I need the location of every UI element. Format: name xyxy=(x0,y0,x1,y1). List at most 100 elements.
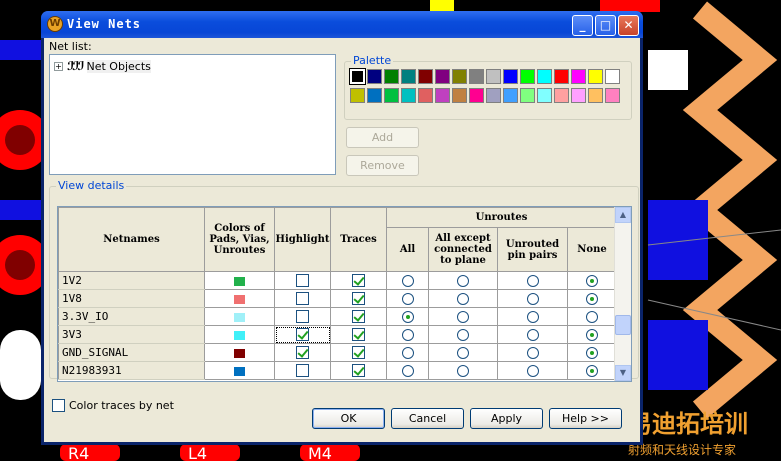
unroute-all-radio[interactable] xyxy=(401,365,414,377)
unroute-all_except-radio[interactable] xyxy=(457,365,469,377)
col-highlight[interactable]: Highlight xyxy=(274,207,331,272)
netname-cell[interactable]: 3V3 xyxy=(58,325,205,344)
palette-swatch[interactable] xyxy=(554,88,569,103)
unroute-all-radio[interactable] xyxy=(401,293,414,305)
table-row[interactable]: GND_SIGNAL xyxy=(58,343,617,362)
palette-swatch[interactable] xyxy=(452,88,467,103)
table-row[interactable]: 1V8 xyxy=(58,289,617,308)
traces-checkbox[interactable] xyxy=(352,328,365,342)
table-row[interactable]: 1V2 xyxy=(58,271,617,290)
palette-swatch[interactable] xyxy=(350,88,365,103)
unroute-all-radio[interactable] xyxy=(401,275,414,287)
net-list-tree[interactable]: + ℐℐℐ Net Objects xyxy=(49,54,336,175)
palette-swatch[interactable] xyxy=(401,88,416,103)
unroute-none-radio[interactable] xyxy=(586,293,598,305)
palette-swatch[interactable] xyxy=(486,88,501,103)
palette-swatch[interactable] xyxy=(520,88,535,103)
traces-checkbox[interactable] xyxy=(352,364,365,378)
color-cell[interactable] xyxy=(204,361,275,380)
palette-swatch[interactable] xyxy=(469,69,484,84)
palette-swatch[interactable] xyxy=(605,88,620,103)
palette-swatch[interactable] xyxy=(435,88,450,103)
palette-swatch[interactable] xyxy=(503,88,518,103)
netname-cell[interactable]: N21983931 xyxy=(58,361,205,380)
highlight-checkbox[interactable] xyxy=(296,346,309,360)
palette-swatch[interactable] xyxy=(418,69,433,84)
expand-icon[interactable]: + xyxy=(54,61,63,71)
netname-cell[interactable]: 1V8 xyxy=(58,289,205,308)
traces-checkbox[interactable] xyxy=(352,310,365,324)
col-unroutes[interactable]: Unroutes xyxy=(386,207,617,228)
unroute-none-radio[interactable] xyxy=(586,347,598,359)
nets-grid[interactable]: Netnames Colors of Pads, Vias, Unroutes … xyxy=(57,206,632,382)
unroute-all_except-radio[interactable] xyxy=(457,293,469,305)
col-colors[interactable]: Colors of Pads, Vias, Unroutes xyxy=(204,207,275,272)
add-button[interactable]: Add xyxy=(346,127,419,148)
netname-cell[interactable]: GND_SIGNAL xyxy=(58,343,205,362)
palette-swatch[interactable] xyxy=(435,69,450,84)
col-all-except[interactable]: All except connected to plane xyxy=(428,227,498,272)
palette-swatch[interactable] xyxy=(537,88,552,103)
col-traces[interactable]: Traces xyxy=(330,207,387,272)
col-none[interactable]: None xyxy=(567,227,617,272)
highlight-checkbox[interactable] xyxy=(296,364,309,378)
net-objects-node[interactable]: + ℐℐℐ Net Objects xyxy=(54,59,151,73)
unroute-pin_pairs-radio[interactable] xyxy=(526,365,539,377)
palette-swatch[interactable] xyxy=(537,69,552,84)
unroute-pin_pairs-radio[interactable] xyxy=(526,329,539,341)
apply-button[interactable]: Apply xyxy=(470,408,543,429)
traces-checkbox[interactable] xyxy=(352,274,365,288)
palette-swatch[interactable] xyxy=(605,69,620,84)
palette-swatch[interactable] xyxy=(401,69,416,84)
highlight-checkbox[interactable] xyxy=(296,274,309,288)
traces-checkbox[interactable] xyxy=(352,292,365,306)
netname-cell[interactable]: 1V2 xyxy=(58,271,205,290)
unroute-all_except-radio[interactable] xyxy=(457,275,469,287)
unroute-pin_pairs-radio[interactable] xyxy=(526,347,539,359)
unroute-all-radio[interactable] xyxy=(401,329,414,341)
col-all[interactable]: All xyxy=(386,227,429,272)
netname-cell[interactable]: 3.3V_IO xyxy=(58,307,205,326)
palette-swatch[interactable] xyxy=(367,69,382,84)
highlight-checkbox[interactable] xyxy=(296,328,309,342)
vertical-scrollbar[interactable]: ▲ ▼ xyxy=(614,207,631,381)
palette-swatch[interactable] xyxy=(384,69,399,84)
palette-swatch[interactable] xyxy=(469,88,484,103)
help-button[interactable]: Help >> xyxy=(549,408,622,429)
palette-swatch[interactable] xyxy=(452,69,467,84)
palette-swatch[interactable] xyxy=(588,88,603,103)
unroute-pin_pairs-radio[interactable] xyxy=(526,311,539,323)
unroute-none-radio[interactable] xyxy=(586,365,598,377)
unroute-all-radio[interactable] xyxy=(401,347,414,359)
color-cell[interactable] xyxy=(204,343,275,362)
highlight-checkbox[interactable] xyxy=(296,292,309,306)
col-netnames[interactable]: Netnames xyxy=(58,207,205,272)
palette-swatch[interactable] xyxy=(554,69,569,84)
maximize-button[interactable]: □ xyxy=(595,15,616,36)
palette-swatch[interactable] xyxy=(486,69,501,84)
palette-swatch[interactable] xyxy=(571,69,586,84)
close-button[interactable]: ✕ xyxy=(618,15,639,36)
traces-checkbox[interactable] xyxy=(352,346,365,360)
highlight-checkbox[interactable] xyxy=(296,310,309,324)
cancel-button[interactable]: Cancel xyxy=(391,408,464,429)
unroute-all-radio[interactable] xyxy=(401,311,414,323)
color-cell[interactable] xyxy=(204,271,275,290)
palette-swatch[interactable] xyxy=(384,88,399,103)
table-row[interactable]: 3V3 xyxy=(58,325,617,344)
palette-swatch[interactable] xyxy=(571,88,586,103)
color-cell[interactable] xyxy=(204,307,275,326)
unroute-none-radio[interactable] xyxy=(586,329,598,341)
unroute-all_except-radio[interactable] xyxy=(457,329,469,341)
remove-button[interactable]: Remove xyxy=(346,155,419,176)
palette-swatch[interactable] xyxy=(503,69,518,84)
palette-swatch[interactable] xyxy=(588,69,603,84)
color-cell[interactable] xyxy=(204,325,275,344)
unroute-pin_pairs-radio[interactable] xyxy=(526,275,539,287)
unroute-pin_pairs-radio[interactable] xyxy=(526,293,539,305)
unroute-none-radio[interactable] xyxy=(586,275,598,287)
unroute-none-radio[interactable] xyxy=(586,311,598,323)
table-row[interactable]: 3.3V_IO xyxy=(58,307,617,326)
palette-swatch[interactable] xyxy=(520,69,535,84)
unroute-all_except-radio[interactable] xyxy=(457,347,469,359)
